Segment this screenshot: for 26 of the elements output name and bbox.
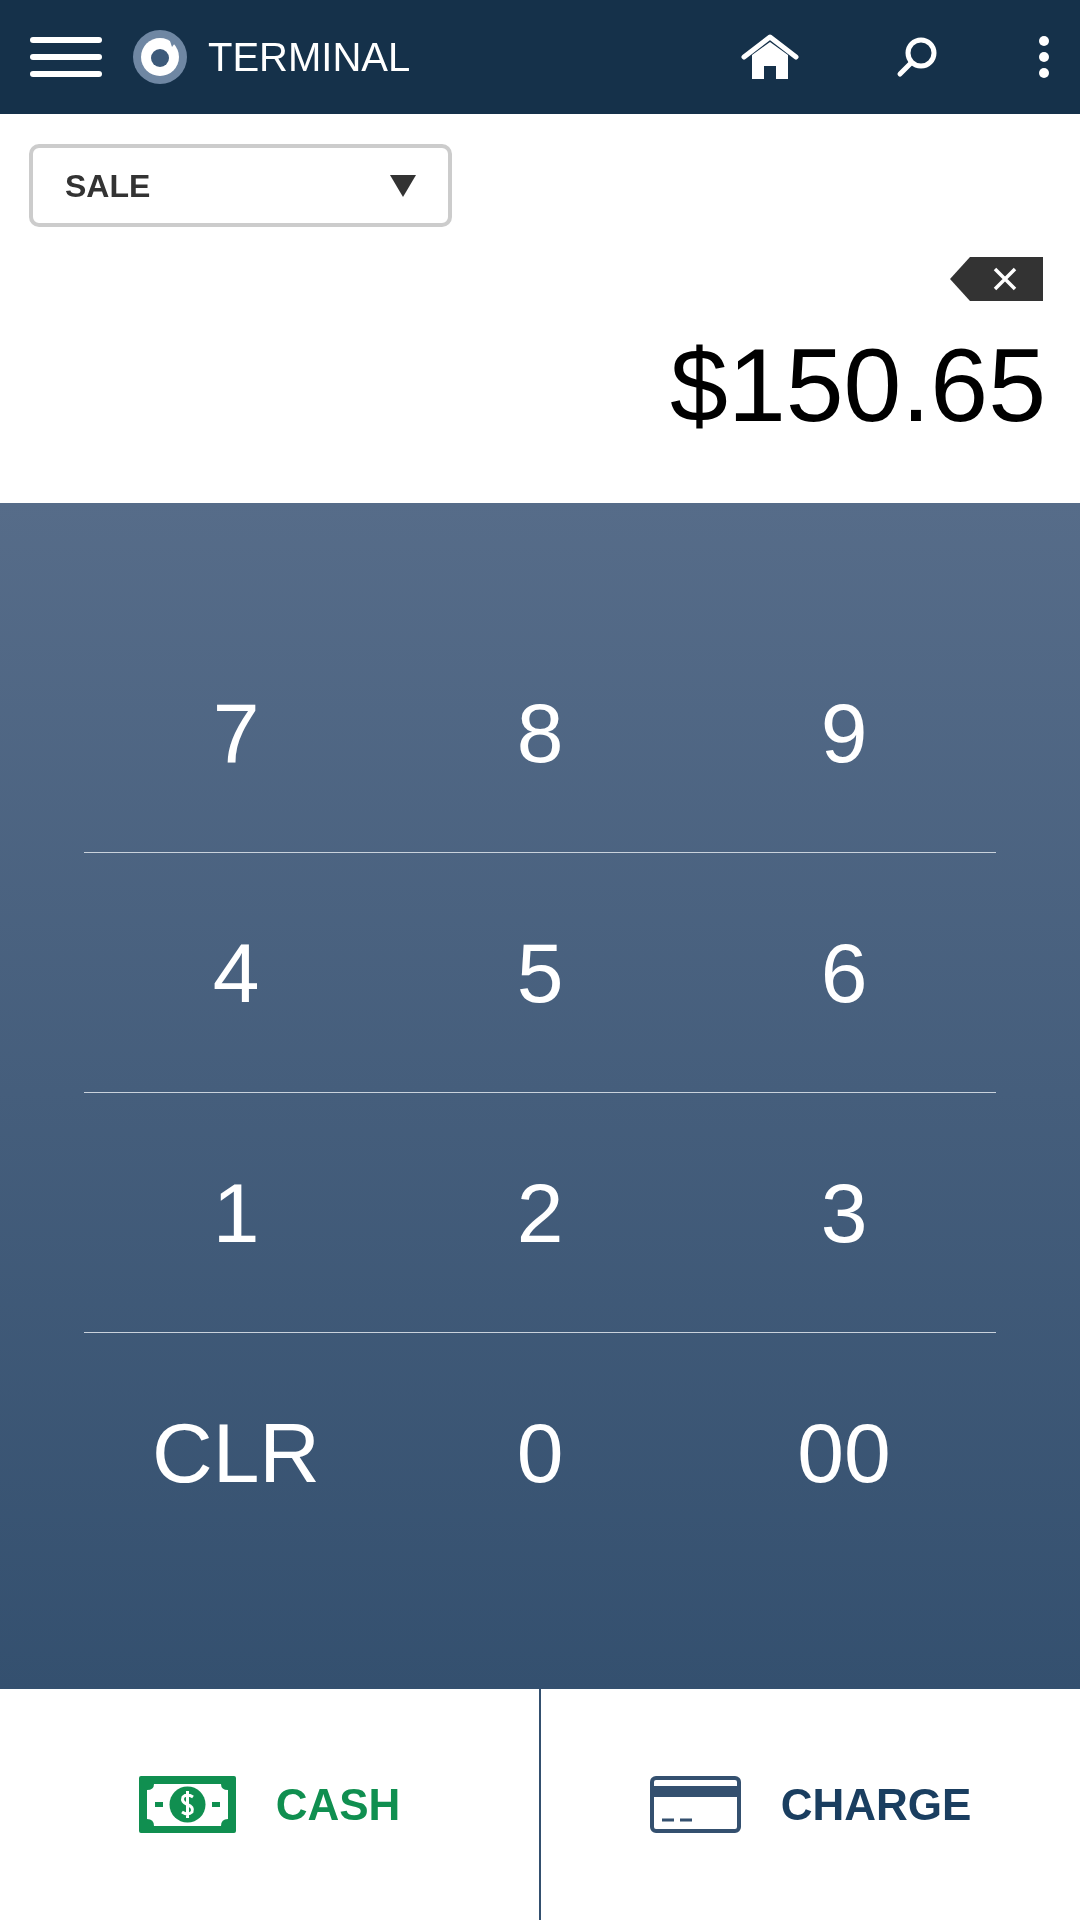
search-icon[interactable] xyxy=(896,36,938,78)
logo-icon xyxy=(132,29,188,85)
dropdown-caret-icon xyxy=(390,174,416,197)
home-icon[interactable] xyxy=(740,33,800,81)
amount-display: $150.65 xyxy=(670,333,1046,437)
cash-icon xyxy=(138,1776,236,1833)
keypad-key[interactable]: 9 xyxy=(692,613,996,852)
charge-button[interactable]: CHARGE xyxy=(539,1689,1080,1920)
menu-icon[interactable] xyxy=(30,37,102,77)
keypad-key[interactable]: 4 xyxy=(84,853,388,1092)
credit-card-icon xyxy=(649,1776,741,1833)
transaction-type-dropdown[interactable]: SALE xyxy=(29,144,452,227)
keypad-key[interactable]: CLR xyxy=(84,1333,388,1573)
keypad-key[interactable]: 5 xyxy=(388,853,692,1092)
more-icon[interactable] xyxy=(1038,36,1050,78)
keypad-key[interactable]: 7 xyxy=(84,613,388,852)
backspace-icon[interactable] xyxy=(950,257,1043,301)
keypad-key[interactable]: 3 xyxy=(692,1093,996,1332)
cash-button[interactable]: CASH xyxy=(0,1689,539,1920)
keypad-key[interactable]: 6 xyxy=(692,853,996,1092)
keypad-key[interactable]: 8 xyxy=(388,613,692,852)
app-title: TERMINAL xyxy=(208,34,411,81)
keypad-key[interactable]: 1 xyxy=(84,1093,388,1332)
keypad-key[interactable]: 00 xyxy=(692,1333,996,1573)
keypad-key[interactable]: 2 xyxy=(388,1093,692,1332)
keypad-key[interactable]: 0 xyxy=(388,1333,692,1573)
